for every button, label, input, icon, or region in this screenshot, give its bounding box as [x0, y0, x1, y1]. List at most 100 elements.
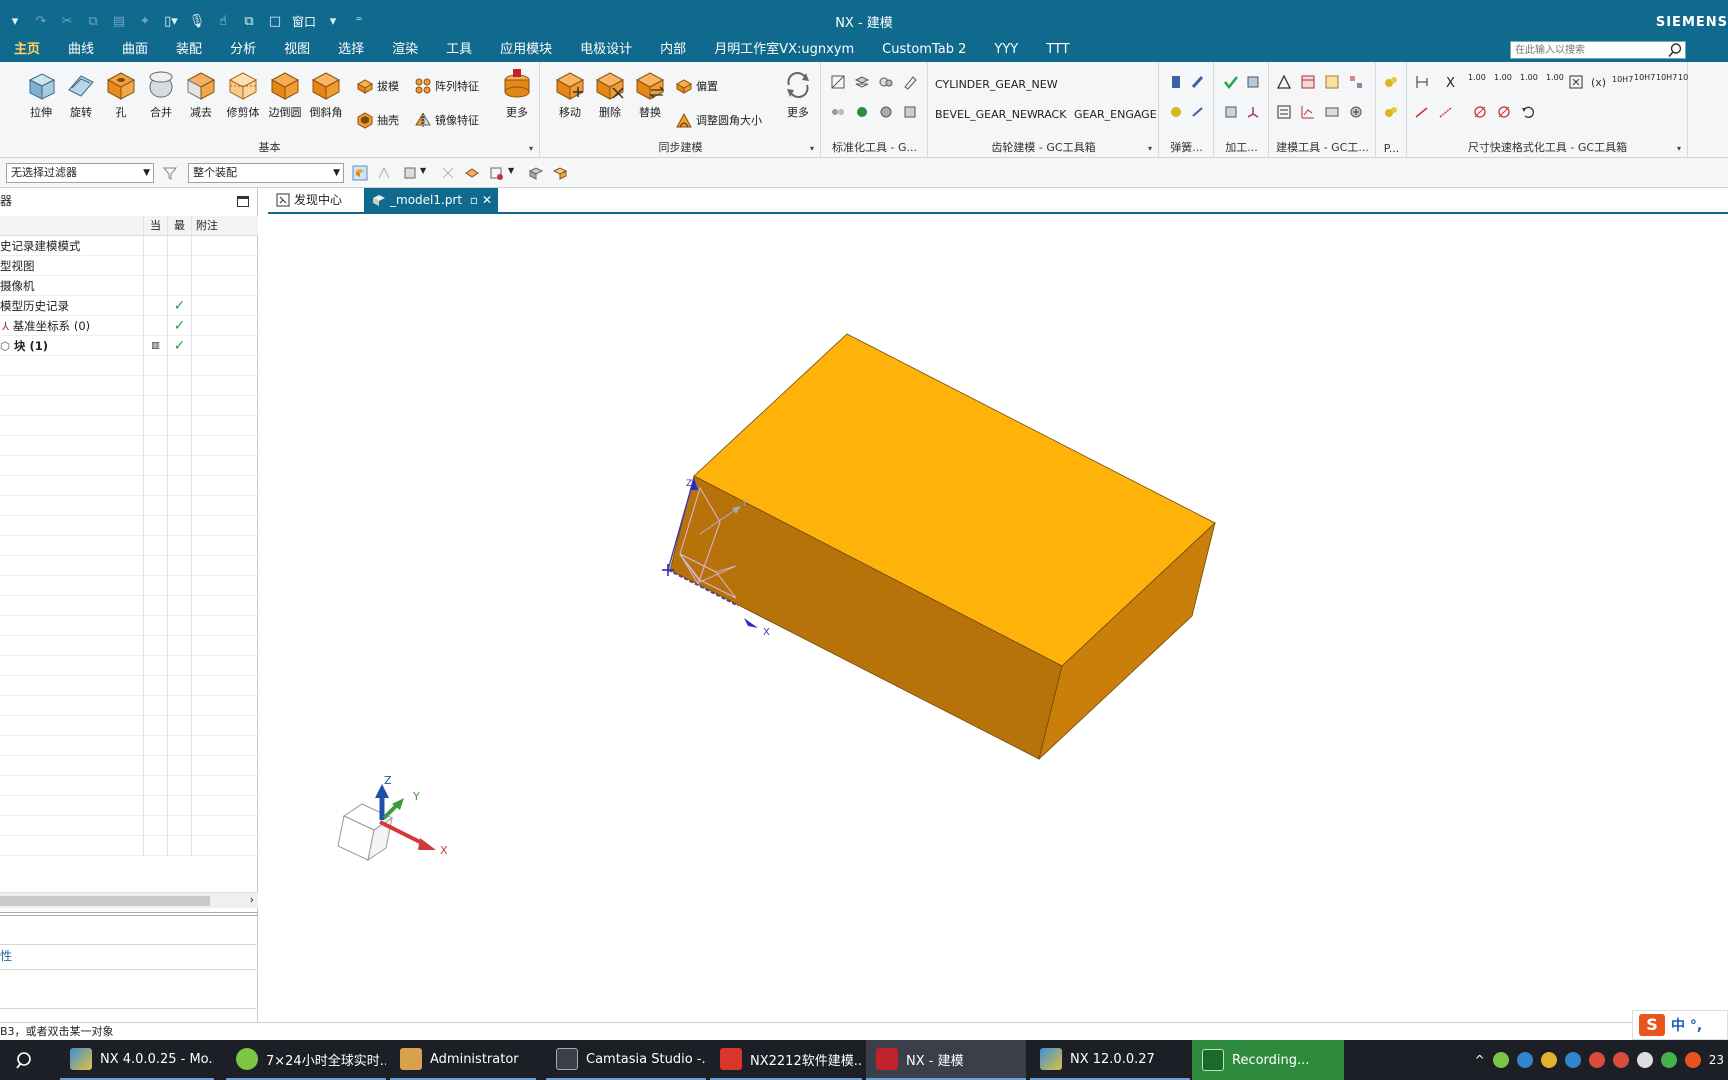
scrollbar-thumb[interactable] — [0, 896, 210, 906]
dim-x-button[interactable]: X — [1446, 76, 1455, 91]
gear-engage-button[interactable]: GEAR_ENGAGE — [1074, 108, 1157, 121]
p-tool-1-icon[interactable] — [1383, 74, 1399, 90]
tab-curve[interactable]: 曲线 — [54, 38, 108, 62]
grid-tool-icon[interactable] — [1348, 74, 1364, 90]
wechat-icon[interactable] — [1660, 1052, 1677, 1068]
note-tool-icon[interactable] — [1324, 74, 1340, 90]
machining-tool-4-icon[interactable] — [1245, 104, 1261, 120]
chevron-down-icon[interactable]: ▼ — [508, 166, 514, 175]
list-tool-icon[interactable] — [1276, 104, 1292, 120]
mirror-feature-button[interactable]: 镜像特征 — [414, 108, 479, 132]
chamfer-button[interactable]: 倒斜角 — [307, 68, 345, 128]
tab-electrode-design[interactable]: 电极设计 — [566, 38, 646, 62]
group-basic-expand-icon[interactable]: ▾ — [529, 144, 533, 153]
tab-tools[interactable]: 工具 — [432, 38, 486, 62]
dim-boxed-x-icon[interactable] — [1568, 74, 1584, 90]
move-face-button[interactable]: 移动 — [551, 68, 589, 128]
select-component-icon[interactable] — [552, 165, 568, 181]
tray-expand-icon[interactable]: ^ — [1475, 1053, 1485, 1067]
resize-blend-button[interactable]: 调整圆角大小 — [675, 108, 762, 132]
search-icon[interactable] — [1667, 42, 1683, 58]
std-tool-8-icon[interactable] — [902, 104, 918, 120]
select-feature-icon[interactable] — [352, 165, 368, 181]
p-tool-2-icon[interactable] — [1383, 104, 1399, 120]
draft-button[interactable]: 拔模 — [356, 74, 399, 98]
fit-10h7-icon[interactable] — [1324, 104, 1340, 120]
tray-app-2-icon[interactable] — [1516, 1052, 1533, 1068]
dim-arrow-icon[interactable] — [1414, 104, 1430, 120]
chevron-down-icon[interactable]: ▼ — [420, 166, 426, 175]
view-triad[interactable]: X Y Z — [337, 774, 448, 862]
tray-app-4-icon[interactable] — [1564, 1052, 1581, 1068]
tab-studio-custom[interactable]: 月明工作室VX:ugnxym — [700, 38, 868, 62]
machining-tool-2-icon[interactable] — [1245, 74, 1261, 90]
replace-face-button[interactable]: 替换 — [631, 68, 669, 128]
dim-leader-icon[interactable] — [1438, 104, 1454, 120]
sync-more-button[interactable]: 更多 — [779, 68, 817, 128]
task-nx-4[interactable]: NX 4.0.0.25 - Mo... — [60, 1040, 214, 1080]
std-tool-5-icon[interactable] — [830, 104, 846, 120]
unite-button[interactable]: 合并 — [142, 68, 180, 128]
navigator-horizontal-scrollbar[interactable]: › — [0, 892, 258, 908]
revolve-button[interactable]: 旋转 — [62, 68, 100, 128]
spring-tool-1-icon[interactable] — [1168, 74, 1184, 90]
trim-body-button[interactable]: 修剪体 — [224, 68, 262, 128]
tab-discovery-center[interactable]: 发现中心 — [268, 188, 362, 212]
filter-funnel-icon[interactable] — [162, 165, 178, 181]
dim-tol-2-button[interactable]: 1.00 — [1494, 73, 1512, 82]
header-latest[interactable]: 最 — [167, 216, 191, 236]
group-sync-expand-icon[interactable]: ▾ — [810, 144, 814, 153]
tab-model-part[interactable]: _model1.prt ▫ ✕ — [364, 188, 498, 212]
pattern-feature-button[interactable]: 阵列特征 — [414, 74, 479, 98]
std-tool-7-icon[interactable] — [878, 104, 894, 120]
task-administrator[interactable]: Administrator — [390, 1040, 536, 1080]
rack-button[interactable]: RACK — [1037, 108, 1066, 121]
std-tool-4-icon[interactable] — [902, 74, 918, 90]
dim-baseline-icon[interactable] — [1414, 74, 1430, 90]
nav-row-cameras[interactable]: 摄像机 — [0, 276, 258, 296]
task-nx-modeling[interactable]: NX - 建模 — [866, 1040, 1026, 1080]
select-solid-icon[interactable] — [528, 165, 544, 181]
spring-tool-3-icon[interactable] — [1168, 104, 1184, 120]
triangle-tool-icon[interactable] — [1276, 74, 1292, 90]
tab-view[interactable]: 视图 — [270, 38, 324, 62]
tab-internal[interactable]: 内部 — [646, 38, 700, 62]
maximize-icon[interactable] — [237, 196, 249, 207]
tray-app-5-icon[interactable] — [1588, 1052, 1605, 1068]
nav-row-history-mode[interactable]: 史记录建模模式 — [0, 236, 258, 256]
tab-render[interactable]: 渲染 — [378, 38, 432, 62]
dim-fit-2-button[interactable]: 10H7 — [1634, 73, 1655, 82]
nav-row-model-views[interactable]: 型视图 — [0, 256, 258, 276]
tab-select[interactable]: 选择 — [324, 38, 378, 62]
type-filter-dropdown[interactable]: 无选择过滤器 ▼ — [6, 163, 154, 183]
table-tool-icon[interactable] — [1300, 74, 1316, 90]
group-dim-expand-icon[interactable]: ▾ — [1677, 144, 1681, 153]
system-clock[interactable]: 23 — [1709, 1053, 1724, 1067]
dim-diameter-2-icon[interactable] — [1496, 104, 1512, 120]
machining-tool-3-icon[interactable] — [1223, 104, 1239, 120]
dim-reset-icon[interactable] — [1520, 104, 1536, 120]
dim-diameter-icon[interactable] — [1472, 104, 1488, 120]
std-tool-2-icon[interactable] — [854, 74, 870, 90]
header-note[interactable]: 附注 — [191, 216, 257, 236]
machining-check-icon[interactable] — [1223, 74, 1239, 90]
std-tool-1-icon[interactable] — [830, 74, 846, 90]
select-face-icon[interactable] — [464, 165, 480, 181]
hole-button[interactable]: 孔 — [102, 68, 140, 128]
dim-fit-3-button[interactable]: 10H7 — [1656, 73, 1677, 82]
selection-scope-dropdown[interactable]: 整个装配 ▼ — [188, 163, 344, 183]
deselect-icon[interactable] — [376, 165, 392, 181]
command-search-input[interactable] — [1511, 42, 1661, 58]
ime-indicator[interactable]: S 中 °, — [1632, 1010, 1728, 1040]
tab-assembly[interactable]: 装配 — [162, 38, 216, 62]
tab-home[interactable]: 主页 — [0, 38, 54, 62]
task-recording[interactable]: Recording... — [1192, 1040, 1344, 1080]
std-tool-3-icon[interactable] — [878, 74, 894, 90]
spring-tool-4-icon[interactable] — [1190, 104, 1206, 120]
std-tool-6-icon[interactable] — [854, 104, 870, 120]
offset-region-button[interactable]: 偏置 — [675, 74, 718, 98]
dim-tol-1-button[interactable]: 1.00 — [1468, 73, 1486, 82]
graphics-viewport[interactable]: X Y Z X Y Z — [268, 216, 1728, 1022]
subtract-button[interactable]: 减去 — [182, 68, 220, 128]
snap-point-icon[interactable] — [440, 165, 456, 181]
